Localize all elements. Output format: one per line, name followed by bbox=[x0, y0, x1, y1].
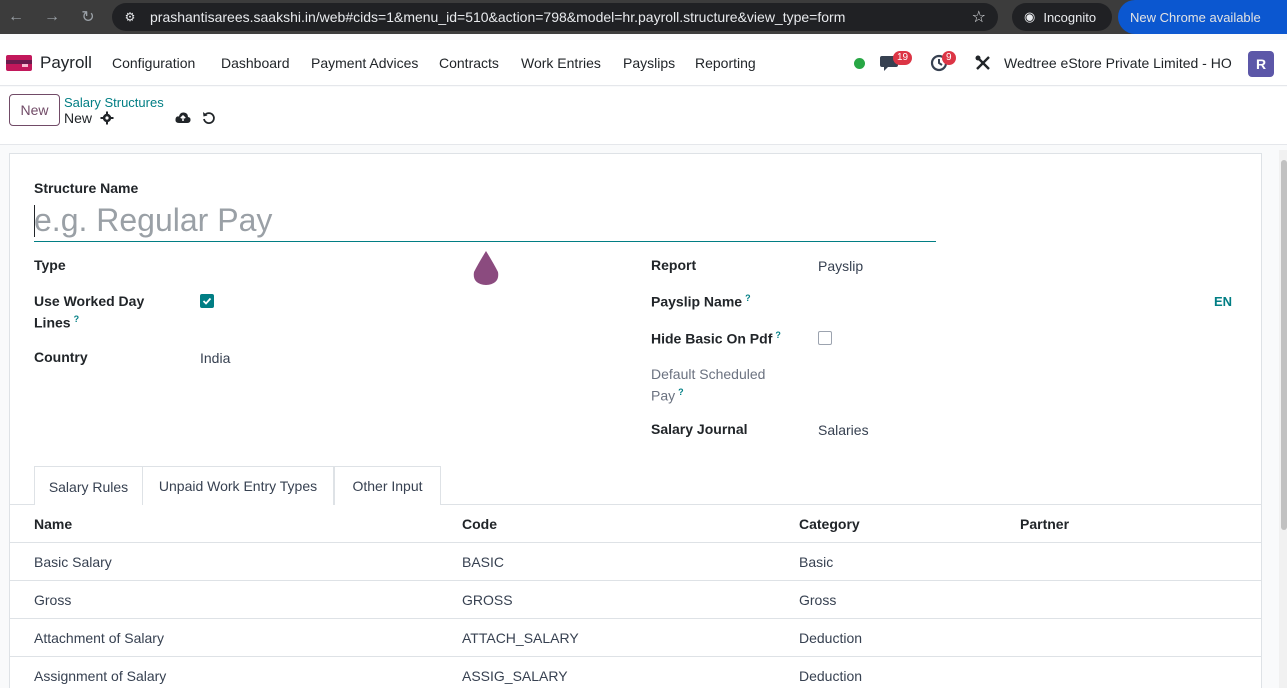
user-avatar[interactable]: R bbox=[1248, 51, 1274, 77]
use-worked-day-label-line2: Lines? bbox=[34, 314, 79, 331]
default-scheduled-pay-label-line1: Default Scheduled bbox=[651, 366, 766, 382]
menu-dashboard[interactable]: Dashboard bbox=[221, 55, 290, 71]
chrome-update-button[interactable]: New Chrome available bbox=[1118, 0, 1287, 34]
menu-reporting[interactable]: Reporting bbox=[695, 55, 756, 71]
presence-status-dot bbox=[854, 58, 865, 69]
payslip-name-label-text: Payslip Name bbox=[651, 293, 743, 310]
notebook-tabs: Salary Rules Unpaid Work Entry Types Oth… bbox=[10, 466, 1261, 506]
new-button[interactable]: New bbox=[9, 94, 60, 126]
report-label: Report bbox=[651, 257, 697, 273]
cell-name: Attachment of Salary bbox=[34, 630, 164, 646]
forward-arrow-icon[interactable]: → bbox=[42, 7, 62, 27]
incognito-label: Incognito bbox=[1043, 9, 1097, 25]
menu-work-entries[interactable]: Work Entries bbox=[521, 55, 601, 71]
cell-code: GROSS bbox=[462, 592, 513, 608]
menu-configuration[interactable]: Configuration bbox=[112, 55, 195, 71]
back-arrow-icon[interactable]: ← bbox=[6, 7, 26, 27]
address-bar[interactable]: ⚙ prashantisarees.saakshi.in/web#cids=1&… bbox=[112, 3, 998, 31]
help-tooltip-icon[interactable]: ? bbox=[775, 330, 781, 340]
help-tooltip-icon[interactable]: ? bbox=[74, 314, 80, 324]
table-row[interactable]: Assignment of Salary ASSIG_SALARY Deduct… bbox=[10, 657, 1261, 688]
tab-salary-rules[interactable]: Salary Rules bbox=[34, 466, 143, 506]
discard-undo-icon[interactable] bbox=[202, 111, 216, 125]
debug-tools-icon[interactable] bbox=[974, 54, 992, 72]
table-row[interactable]: Basic Salary BASIC Basic bbox=[10, 543, 1261, 581]
app-name[interactable]: Payroll bbox=[40, 53, 92, 73]
salary-journal-label: Salary Journal bbox=[651, 421, 748, 437]
structure-name-label: Structure Name bbox=[34, 180, 139, 196]
gear-icon[interactable] bbox=[100, 111, 114, 125]
cell-category: Deduction bbox=[799, 668, 863, 684]
use-worked-day-checkbox[interactable] bbox=[200, 294, 214, 308]
column-header-name[interactable]: Name bbox=[34, 516, 72, 532]
site-settings-icon[interactable]: ⚙ bbox=[122, 9, 138, 25]
use-worked-day-label-line1: Use Worked Day bbox=[34, 293, 145, 309]
cell-code: ATTACH_SALARY bbox=[462, 630, 579, 646]
top-navbar: Payroll Configuration Dashboard Payment … bbox=[0, 40, 1287, 86]
cell-category: Deduction bbox=[799, 630, 863, 646]
default-scheduled-pay-label-line2: Pay? bbox=[651, 387, 684, 404]
payroll-app-icon[interactable] bbox=[6, 55, 32, 71]
help-tooltip-icon[interactable]: ? bbox=[678, 387, 684, 397]
save-cloud-icon[interactable] bbox=[175, 111, 191, 125]
cell-category: Basic bbox=[799, 554, 834, 570]
incognito-indicator[interactable]: ◉ Incognito bbox=[1012, 3, 1112, 31]
help-tooltip-icon[interactable]: ? bbox=[745, 293, 751, 303]
column-header-partner[interactable]: Partner bbox=[1020, 516, 1069, 532]
translate-language-button[interactable]: EN bbox=[1214, 294, 1232, 309]
table-row[interactable]: Attachment of Salary ATTACH_SALARY Deduc… bbox=[10, 619, 1261, 657]
country-label: Country bbox=[34, 349, 88, 365]
tab-other-input[interactable]: Other Input bbox=[334, 466, 441, 505]
cell-code: ASSIG_SALARY bbox=[462, 668, 568, 684]
menu-payment-advices[interactable]: Payment Advices bbox=[311, 55, 418, 71]
use-worked-day-label-text: Lines bbox=[34, 314, 71, 331]
table-header: Name Code Category Partner bbox=[10, 505, 1261, 543]
country-value[interactable]: India bbox=[200, 350, 230, 366]
text-cursor bbox=[34, 205, 35, 237]
activities-count-badge: 9 bbox=[942, 51, 956, 65]
tab-unpaid-work-entry-types[interactable]: Unpaid Work Entry Types bbox=[143, 466, 334, 505]
scrollbar-thumb[interactable] bbox=[1281, 160, 1287, 530]
default-scheduled-pay-label-text: Pay bbox=[651, 387, 676, 404]
control-panel: New Salary Structures New bbox=[0, 87, 1287, 145]
bookmark-star-icon[interactable]: ☆ bbox=[972, 7, 986, 27]
messages-count-badge: 19 bbox=[893, 51, 913, 65]
loading-drop-icon bbox=[473, 251, 499, 285]
company-switcher[interactable]: Wedtree eStore Private Limited - HO bbox=[1004, 55, 1232, 71]
cell-code: BASIC bbox=[462, 554, 505, 570]
cell-name: Basic Salary bbox=[34, 554, 112, 570]
structure-name-input[interactable] bbox=[34, 199, 936, 242]
cell-category: Gross bbox=[799, 592, 837, 608]
report-value[interactable]: Payslip bbox=[818, 258, 863, 274]
menu-payslips[interactable]: Payslips bbox=[623, 55, 675, 71]
cell-name: Assignment of Salary bbox=[34, 668, 167, 684]
cell-name: Gross bbox=[34, 592, 72, 608]
table-row[interactable]: Gross GROSS Gross bbox=[10, 581, 1261, 619]
incognito-icon: ◉ bbox=[1024, 9, 1036, 24]
hide-basic-checkbox[interactable] bbox=[818, 331, 832, 345]
column-header-code[interactable]: Code bbox=[462, 516, 497, 532]
payslip-name-label: Payslip Name? bbox=[651, 293, 751, 310]
reload-icon[interactable]: ↻ bbox=[78, 7, 98, 27]
hide-basic-label-text: Hide Basic On Pdf bbox=[651, 330, 773, 347]
hide-basic-label: Hide Basic On Pdf? bbox=[651, 330, 781, 347]
salary-journal-value[interactable]: Salaries bbox=[818, 422, 869, 438]
type-label: Type bbox=[34, 257, 66, 273]
breadcrumb-salary-structures[interactable]: Salary Structures bbox=[64, 95, 164, 110]
checkmark-icon bbox=[202, 297, 212, 305]
column-header-category[interactable]: Category bbox=[799, 516, 860, 532]
url-text: prashantisarees.saakshi.in/web#cids=1&me… bbox=[150, 9, 846, 25]
breadcrumb-current: New bbox=[64, 110, 93, 126]
menu-contracts[interactable]: Contracts bbox=[439, 55, 499, 71]
